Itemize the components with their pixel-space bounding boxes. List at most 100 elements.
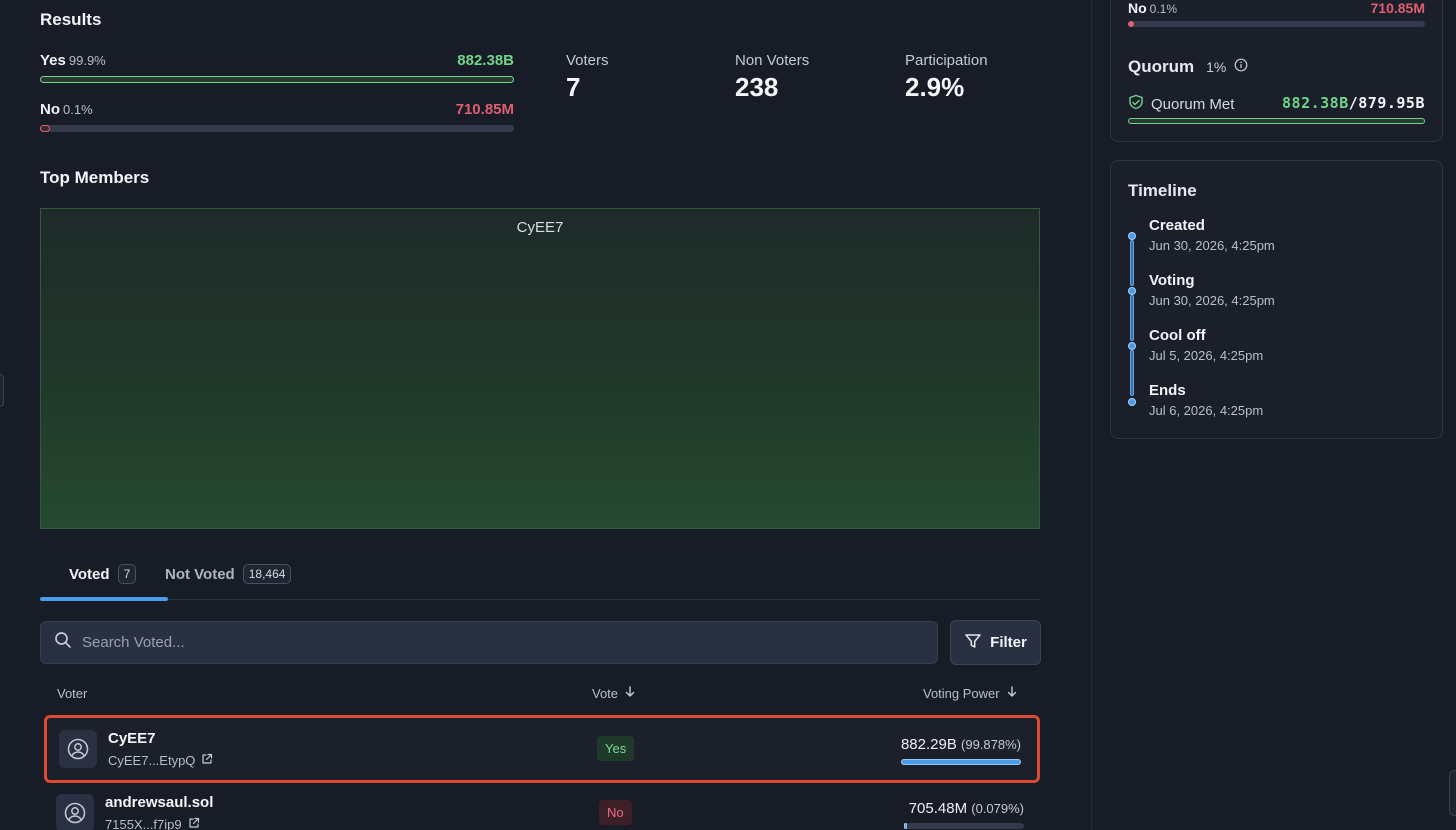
column-header-vote-label: Vote [592,686,619,701]
filter-icon [964,632,982,654]
side-no-label: No 0.1% [1128,0,1178,16]
timeline-item-label: Voting [1149,272,1195,289]
stat-participation: Participation 2.9% [905,52,988,103]
voter-name: CyEE7 [108,730,156,747]
stat-non-voters-label: Non Voters [735,52,810,69]
timeline-card: Timeline Created Jun 30, 2026, 4:25pm Vo… [1110,160,1443,439]
stat-non-voters-value: 238 [735,72,779,102]
timeline-dot [1128,398,1136,406]
yes-label: Yes 99.9% [40,52,106,69]
quorum-percent: 1% [1206,59,1227,75]
search-input[interactable] [82,634,902,651]
info-icon[interactable] [1234,57,1248,77]
sort-down-icon [1006,686,1018,701]
tab-not-voted[interactable]: Not Voted 18,464 [165,564,292,584]
column-header-voting-power-label: Voting Power [923,686,1000,701]
timeline-connector [1130,350,1134,396]
stat-voters-label: Voters [566,52,609,69]
timeline-item-cool-off: Cool off Jul 5, 2026, 4:25pm [1149,327,1263,363]
tab-not-voted-label: Not Voted [165,565,235,583]
vote-tabs: Voted 7 Not Voted 18,464 [40,560,1040,601]
quorum-status: Quorum Met 882.38B/879.95B [1128,94,1425,114]
voter-address[interactable]: 7155X...f7ip9 [105,817,200,830]
voter-name: andrewsaul.sol [105,794,214,811]
timeline-dot [1128,287,1136,295]
external-link-icon[interactable] [188,817,200,830]
side-no-value: 710.85M [1370,0,1425,16]
stat-voters: Voters 7 [566,52,609,103]
quorum-numbers: 882.38B/879.95B [1282,94,1425,112]
no-progress-fill [40,125,50,132]
voting-power-percent: (0.079%) [971,801,1024,816]
avatar [56,794,94,830]
quorum-current: 882.38B [1282,94,1349,112]
search-box[interactable] [40,621,938,664]
timeline-connector [1130,295,1134,341]
voting-power-value: 705.48M [908,800,968,817]
voting-power: 705.48M (0.079%) [909,800,1024,817]
stat-participation-label: Participation [905,52,988,69]
user-circle-icon [64,802,86,824]
filter-label: Filter [990,634,1027,651]
scroll-handle[interactable] [1449,770,1456,816]
column-header-vote[interactable]: Vote [592,686,636,701]
results-title: Results [40,10,102,29]
timeline-item-date: Jun 30, 2026, 4:25pm [1149,238,1275,253]
external-link-icon[interactable] [201,753,213,768]
timeline-dot [1128,232,1136,240]
top-members-title: Top Members [40,168,150,187]
search-icon [54,631,72,654]
stat-voters-value: 7 [566,72,581,102]
voter-address[interactable]: CyEE7...EtypQ [108,753,213,768]
tab-voted[interactable]: Voted 7 [69,564,137,584]
avatar [59,730,97,768]
top-members-treemap[interactable]: CyEE7 [40,208,1040,529]
quorum-progress-bar [1128,118,1425,124]
side-no-progress-fill [1128,21,1134,27]
voting-power-bar [901,759,1021,765]
timeline-item-date: Jul 5, 2026, 4:25pm [1149,348,1264,363]
voting-power-fill [901,759,1021,765]
voter-address-text: CyEE7...EtypQ [108,753,196,768]
voting-power-value: 882.29B [900,736,957,753]
timeline-dot [1128,342,1136,350]
sort-down-icon [624,686,636,701]
no-label: No 0.1% [40,101,93,118]
timeline-item-label: Ends [1149,382,1186,399]
filter-button[interactable]: Filter [950,620,1041,665]
vote-badge: Yes [597,736,635,761]
timeline-item-label: Created [1149,217,1205,234]
quorum-title: Quorum 1% [1128,57,1248,77]
tab-not-voted-count: 18,464 [242,564,292,584]
voting-power-percent: (99.878%) [961,737,1021,752]
vote-badge: No [599,800,632,825]
no-progress-bar [40,125,514,132]
voting-power-fill [904,823,907,829]
treemap-member-label: CyEE7 [516,219,564,236]
yes-progress-fill [40,76,514,83]
timeline-item-date: Jun 30, 2026, 4:25pm [1149,293,1275,308]
timeline-item-created: Created Jun 30, 2026, 4:25pm [1149,217,1275,253]
stat-non-voters: Non Voters 238 [735,52,809,103]
table-row[interactable]: CyEE7 CyEE7...EtypQ Yes 882.29B (99.878%… [44,715,1040,783]
yes-progress-bar [40,76,514,83]
yes-value: 882.38B [457,52,514,69]
user-circle-icon [67,738,89,760]
column-header-voting-power[interactable]: Voting Power [923,686,1018,701]
main-panel: Results Yes 99.9% 882.38B No 0.1% 710.85M … [0,0,1092,830]
no-value: 710.85M [455,101,514,118]
side-no-progress-bar [1128,21,1425,27]
stat-participation-value: 2.9% [905,72,965,102]
voting-power: 882.29B (99.878%) [901,736,1021,753]
sidebar-toggle-handle[interactable] [0,374,4,407]
timeline-item-label: Cool off [1149,327,1206,344]
timeline-connector [1130,240,1134,286]
tab-voted-count: 7 [117,564,137,584]
quorum-status-label: Quorum Met [1151,95,1235,113]
timeline-item-date: Jul 6, 2026, 4:25pm [1149,403,1264,418]
timeline-item-ends: Ends Jul 6, 2026, 4:25pm [1149,382,1263,418]
quorum-separator: / [1348,94,1359,112]
column-header-voter[interactable]: Voter [57,686,87,701]
active-tab-indicator [40,597,168,601]
table-row[interactable]: andrewsaul.sol 7155X...f7ip9 No 705.48M … [44,782,1040,830]
